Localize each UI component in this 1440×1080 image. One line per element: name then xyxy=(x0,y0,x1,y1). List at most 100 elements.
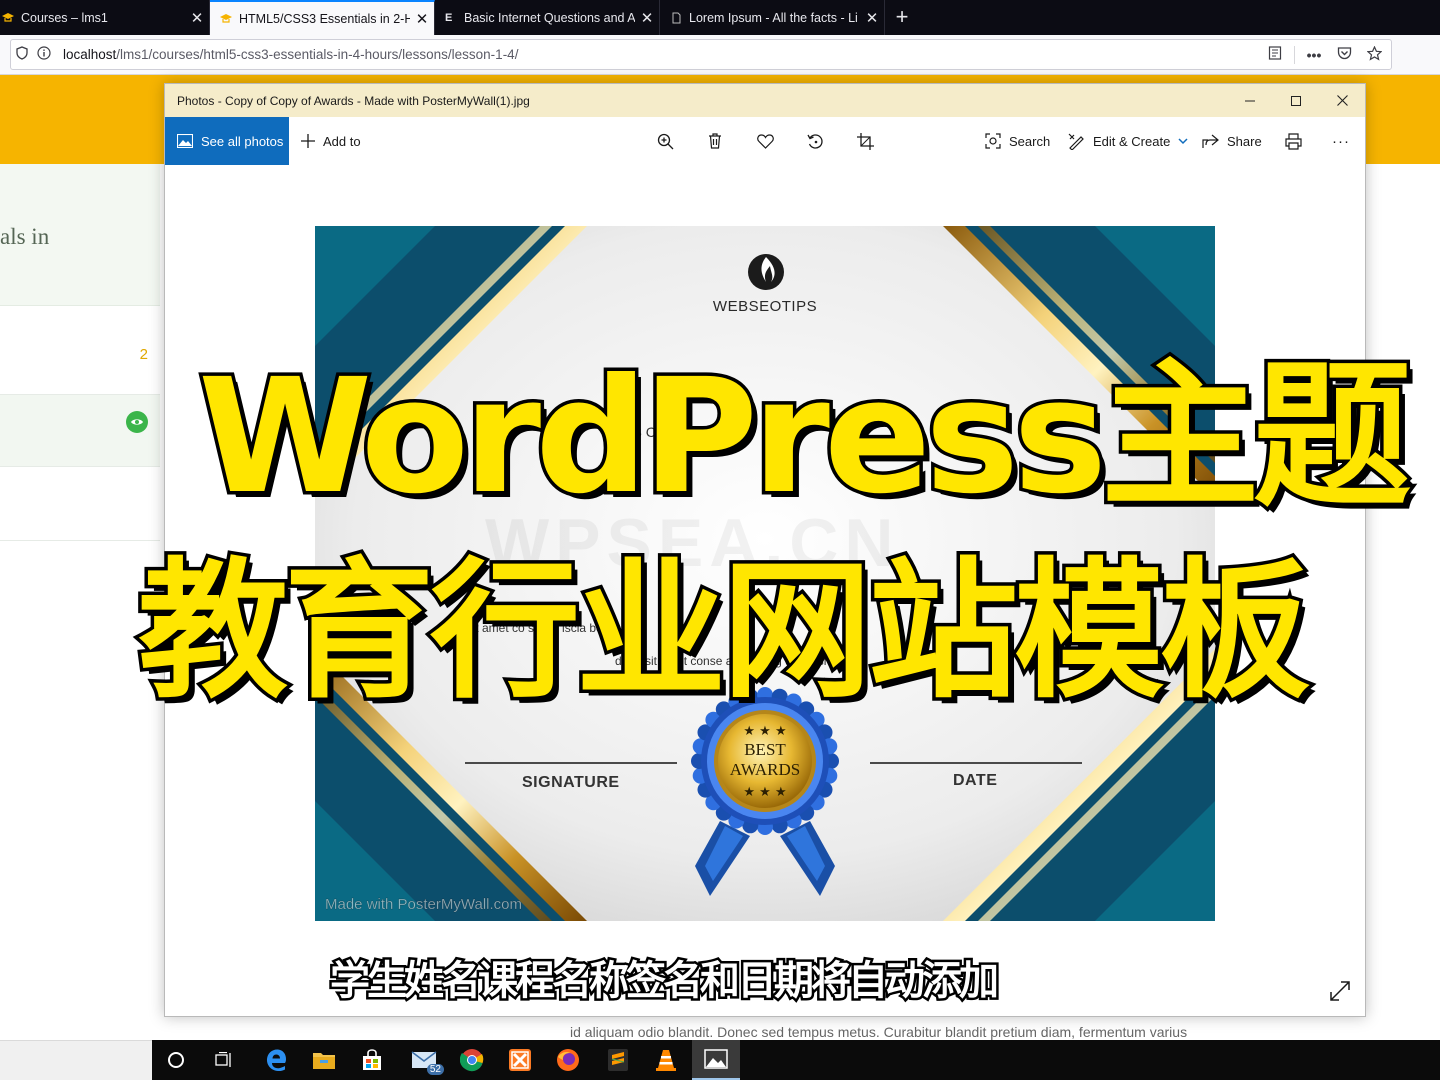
close-tab-icon[interactable]: ✕ xyxy=(185,9,209,27)
window-title-bar: Photos - Copy of Copy of Awards - Made w… xyxy=(165,84,1365,117)
graduation-cap-icon xyxy=(2,12,14,22)
plus-icon xyxy=(301,134,315,148)
edit-create-button[interactable]: Edit & Create xyxy=(1068,117,1196,165)
photos-toolbar: See all photos Add to Search Edit & Crea… xyxy=(165,117,1365,165)
separator xyxy=(1294,45,1295,64)
heart-icon xyxy=(756,133,774,149)
tab-html5-css3[interactable]: HTML5/CSS3 Essentials in 2-Ho ✕ xyxy=(210,0,435,35)
address-bar-actions: ••• xyxy=(1264,40,1385,69)
add-to-button[interactable]: Add to xyxy=(301,117,361,165)
close-tab-icon[interactable]: ✕ xyxy=(860,9,884,27)
bookmark-star-icon[interactable] xyxy=(1363,45,1385,64)
search-button[interactable]: Search xyxy=(985,117,1050,165)
printer-icon xyxy=(1284,132,1302,150)
badge-text-awards: AWARDS xyxy=(729,760,801,779)
task-view-icon[interactable] xyxy=(200,1040,248,1080)
window-title: Photos - Copy of Copy of Awards - Made w… xyxy=(177,93,530,108)
e-site-icon: E xyxy=(445,11,453,24)
firefox-icon[interactable] xyxy=(544,1040,592,1080)
course-title-block: als in xyxy=(0,164,160,306)
close-icon xyxy=(1336,95,1348,106)
lesson-row-active[interactable] xyxy=(0,395,160,467)
lesson-count: 2 xyxy=(139,346,148,363)
trash-icon xyxy=(709,133,721,149)
minimize-button[interactable] xyxy=(1227,84,1273,117)
delete-button[interactable] xyxy=(695,117,735,165)
minimize-icon xyxy=(1245,100,1255,101)
pocket-icon[interactable] xyxy=(1333,46,1355,63)
overlay-headline-2: 教育行业网站模板 xyxy=(134,542,1313,723)
maximize-icon xyxy=(1291,95,1301,106)
expand-icon[interactable] xyxy=(1329,980,1351,1002)
close-tab-icon[interactable]: ✕ xyxy=(635,9,659,27)
see-more-button[interactable]: ··· xyxy=(1321,117,1361,165)
vlc-icon[interactable] xyxy=(642,1040,690,1080)
overlay-headline-1: WordPress主题 xyxy=(194,342,1414,533)
maximize-button[interactable] xyxy=(1273,84,1319,117)
page-icon xyxy=(672,12,681,23)
mail-icon[interactable]: 52 xyxy=(400,1040,448,1080)
see-all-photos-label: See all photos xyxy=(201,133,284,149)
see-all-photos-button[interactable]: See all photos xyxy=(165,117,289,165)
url-path: /lms1/courses/html5-css3-essentials-in-4… xyxy=(116,47,519,62)
tab-title: HTML5/CSS3 Essentials in 2-Ho xyxy=(239,11,410,26)
tab-title: Courses – lms1 xyxy=(21,10,108,25)
graduation-cap-icon xyxy=(220,13,232,23)
zoom-button[interactable] xyxy=(645,117,685,165)
lesson-row[interactable] xyxy=(0,467,160,541)
eye-icon[interactable] xyxy=(126,411,148,433)
more-actions-icon[interactable]: ••• xyxy=(1303,47,1325,63)
search-icon[interactable] xyxy=(152,1040,200,1080)
certificate-watermark-footer: Made with PosterMyWall.com xyxy=(325,896,522,913)
course-title-fragment: als in xyxy=(0,224,50,249)
tab-lorem-ipsum[interactable]: Lorem Ipsum - All the facts - Li ✕ xyxy=(660,0,885,35)
tab-title: Basic Internet Questions and A xyxy=(464,10,635,25)
chevron-down-icon xyxy=(1178,137,1188,144)
edit-create-label: Edit & Create xyxy=(1093,133,1171,149)
zoom-icon xyxy=(657,133,673,149)
url-host: localhost xyxy=(63,47,117,62)
address-bar[interactable]: localhost/lms1/courses/html5-css3-essent… xyxy=(10,39,1392,70)
close-tab-icon[interactable]: ✕ xyxy=(410,10,434,28)
favorite-button[interactable] xyxy=(745,117,785,165)
badge-text-best: BEST xyxy=(744,740,786,759)
tab-bar: Courses – lms1 ✕ HTML5/CSS3 Essentials i… xyxy=(0,0,1440,35)
tab-courses[interactable]: Courses – lms1 ✕ xyxy=(0,0,210,35)
mail-unread-badge: 52 xyxy=(426,1064,444,1075)
print-button[interactable] xyxy=(1273,117,1313,165)
rotate-icon xyxy=(806,133,823,149)
page-content-right xyxy=(1366,164,1440,1040)
rotate-button[interactable] xyxy=(795,117,835,165)
info-icon[interactable] xyxy=(33,46,55,63)
add-to-label: Add to xyxy=(323,133,361,149)
tab-basic-internet[interactable]: E Basic Internet Questions and A ✕ xyxy=(435,0,660,35)
svg-text:★ ★ ★: ★ ★ ★ xyxy=(743,785,786,800)
tab-title: Lorem Ipsum - All the facts - Li xyxy=(689,10,858,25)
share-button[interactable]: Share xyxy=(1202,117,1262,165)
edge-icon[interactable] xyxy=(252,1040,300,1080)
share-icon xyxy=(1202,134,1219,148)
overlay-subtitle: 学生姓名课程名称签名和日期将自动添加 xyxy=(328,956,1002,1007)
chrome-icon[interactable] xyxy=(448,1040,496,1080)
shield-icon[interactable] xyxy=(11,46,33,63)
crop-icon xyxy=(856,132,874,150)
sublime-icon[interactable] xyxy=(594,1040,642,1080)
url-text: localhost/lms1/courses/html5-css3-essent… xyxy=(63,47,518,62)
photos-icon[interactable] xyxy=(692,1040,740,1080)
navigation-bar: localhost/lms1/courses/html5-css3-essent… xyxy=(0,35,1440,75)
xampp-icon[interactable] xyxy=(496,1040,544,1080)
lesson-body-text: id aliquam odio blandit. Donec sed tempu… xyxy=(570,1024,1188,1040)
search-label: Search xyxy=(1009,133,1051,149)
close-window-button[interactable] xyxy=(1319,84,1365,117)
taskbar: 52 xyxy=(0,1040,1440,1080)
new-tab-button[interactable]: + xyxy=(890,0,914,35)
crop-button[interactable] xyxy=(845,117,885,165)
photo-icon xyxy=(177,134,193,148)
visual-search-icon xyxy=(985,133,1001,149)
lesson-row[interactable]: 2 xyxy=(0,306,160,395)
file-explorer-icon[interactable] xyxy=(300,1040,348,1080)
reader-view-icon[interactable] xyxy=(1264,46,1286,63)
taskbar-search-area xyxy=(0,1040,152,1080)
share-label: Share xyxy=(1227,133,1262,149)
store-icon[interactable] xyxy=(348,1040,396,1080)
